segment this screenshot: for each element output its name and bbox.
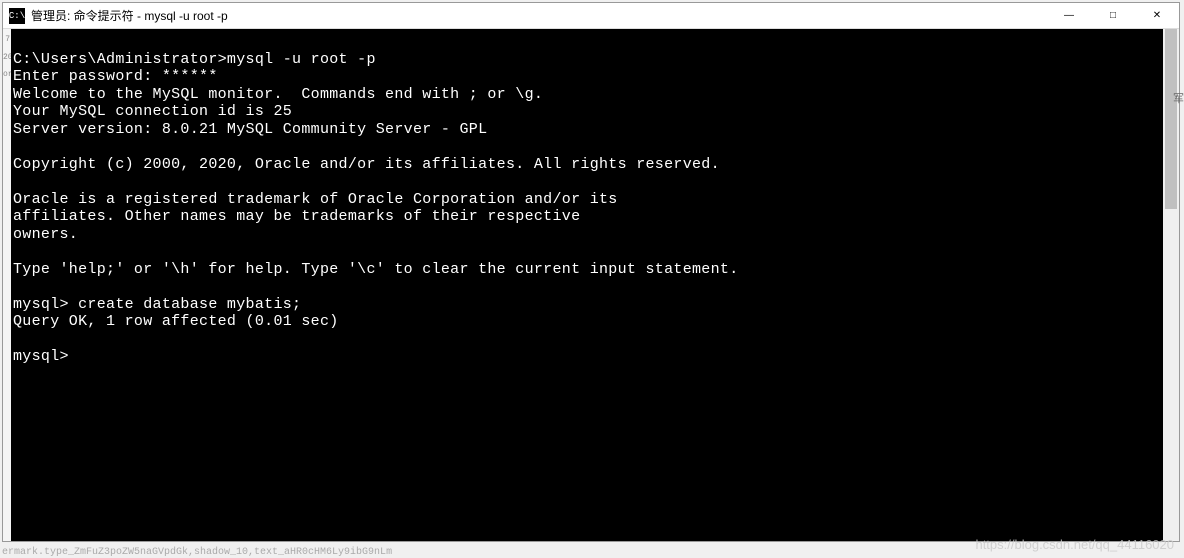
scrollbar-thumb[interactable] bbox=[1165, 29, 1177, 209]
window-controls: — □ ✕ bbox=[1047, 3, 1179, 29]
bottom-garbage-text: ermark.type_ZmFuZ3poZW5naGVpdGk,shadow_1… bbox=[2, 547, 392, 558]
left-gutter: 720or bbox=[3, 29, 11, 541]
close-button[interactable]: ✕ bbox=[1135, 3, 1179, 29]
titlebar[interactable]: C:\ 管理员: 命令提示符 - mysql -u root -p — □ ✕ bbox=[3, 3, 1179, 29]
minimize-button[interactable]: — bbox=[1047, 3, 1091, 29]
terminal-output[interactable]: C:\Users\Administrator>mysql -u root -p … bbox=[11, 29, 1163, 541]
window-title: 管理员: 命令提示符 - mysql -u root -p bbox=[31, 7, 1047, 24]
cmd-window: C:\ 管理员: 命令提示符 - mysql -u root -p — □ ✕ … bbox=[2, 2, 1180, 542]
cmd-icon: C:\ bbox=[9, 8, 25, 24]
terminal-container: 720or C:\Users\Administrator>mysql -u ro… bbox=[3, 29, 1179, 541]
maximize-button[interactable]: □ bbox=[1091, 3, 1135, 29]
side-marker: 军 bbox=[1173, 90, 1184, 106]
watermark-text: https://blog.csdn.net/qq_44116020 bbox=[975, 537, 1174, 552]
